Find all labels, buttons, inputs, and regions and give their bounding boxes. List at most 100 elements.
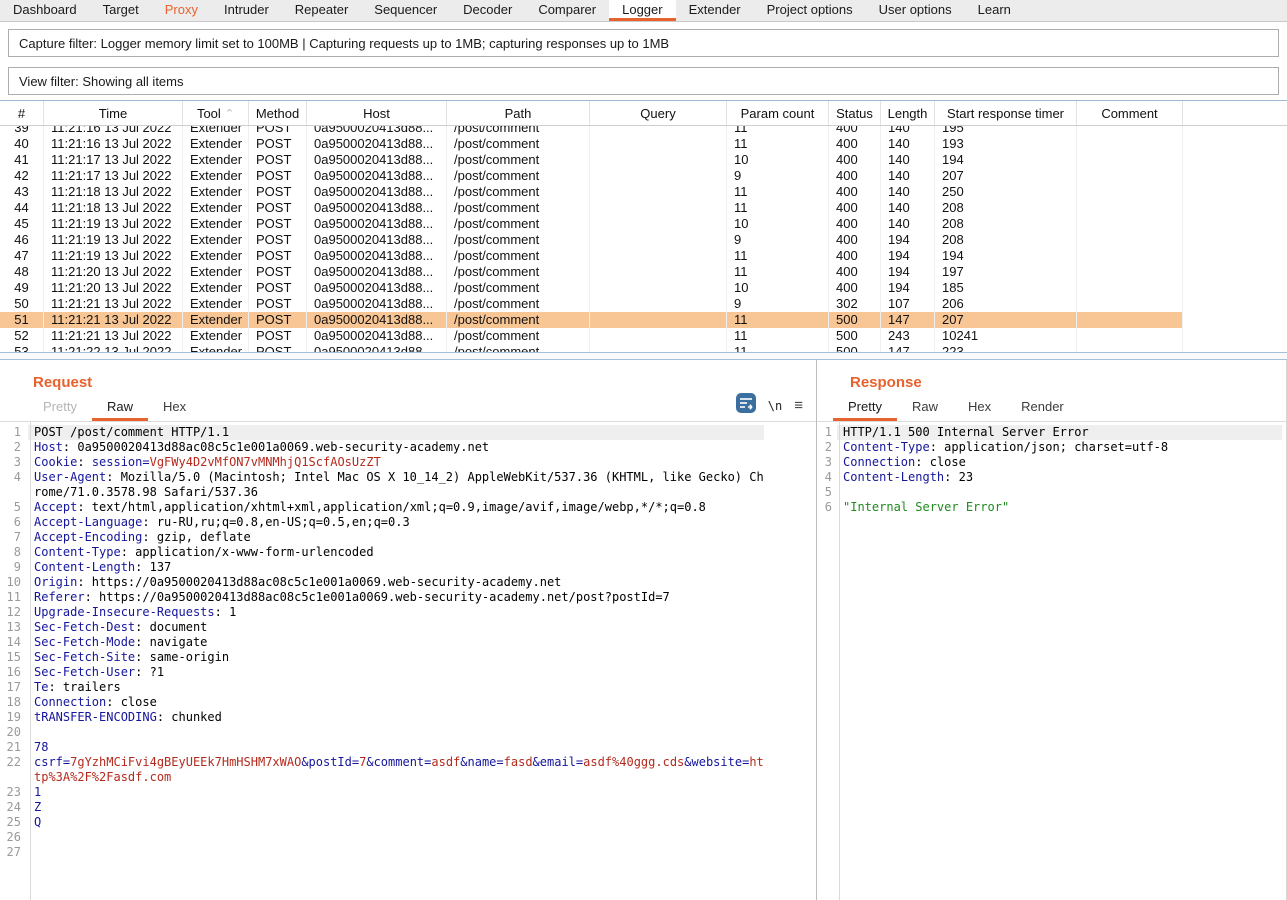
tab-sequencer[interactable]: Sequencer [361, 0, 450, 21]
table-row-47[interactable]: 4711:21:19 13 Jul 2022ExtenderPOST0a9500… [0, 248, 1183, 264]
column-header-host[interactable]: Host [307, 101, 447, 125]
cell-comment [1077, 344, 1183, 352]
table-row-39[interactable]: 3911:21:16 13 Jul 2022ExtenderPOST0a9500… [0, 126, 1183, 136]
column-header-start-response-timer[interactable]: Start response timer [935, 101, 1077, 125]
line-number: 11 [0, 590, 28, 605]
tab-proxy[interactable]: Proxy [152, 0, 211, 21]
cell-length: 140 [881, 216, 935, 232]
table-row-45[interactable]: 4511:21:19 13 Jul 2022ExtenderPOST0a9500… [0, 216, 1183, 232]
editor-line: 6Accept-Language: ru-RU,ru;q=0.8,en-US;q… [0, 515, 816, 530]
view-filter-bar[interactable]: View filter: Showing all items [8, 67, 1279, 95]
request-tab-hex[interactable]: Hex [148, 394, 201, 421]
cell-path: /post/comment [447, 168, 590, 184]
cell-host: 0a9500020413d88... [307, 328, 447, 344]
cell-length: 243 [881, 328, 935, 344]
cell-time: 11:21:20 13 Jul 2022 [44, 280, 183, 296]
tab-project-options[interactable]: Project options [754, 0, 866, 21]
line-content: Sec-Fetch-Dest: document [28, 620, 764, 635]
column-label: Host [363, 106, 390, 121]
table-row-49[interactable]: 4911:21:20 13 Jul 2022ExtenderPOST0a9500… [0, 280, 1183, 296]
cell-comment [1077, 152, 1183, 168]
cell-query [590, 232, 727, 248]
editor-line: 2178 [0, 740, 816, 755]
tab-comparer[interactable]: Comparer [525, 0, 609, 21]
cell-method: POST [249, 264, 307, 280]
pretty-print-icon[interactable] [736, 393, 756, 418]
request-tab-raw[interactable]: Raw [92, 394, 148, 421]
column-header-query[interactable]: Query [590, 101, 727, 125]
table-row-41[interactable]: 4111:21:17 13 Jul 2022ExtenderPOST0a9500… [0, 152, 1183, 168]
cell-query [590, 136, 727, 152]
tab-decoder[interactable]: Decoder [450, 0, 525, 21]
cell-query [590, 280, 727, 296]
editor-line: 1POST /post/comment HTTP/1.1 [0, 425, 816, 440]
cell-start-response-timer: 207 [935, 168, 1077, 184]
table-row-40[interactable]: 4011:21:16 13 Jul 2022ExtenderPOST0a9500… [0, 136, 1183, 152]
horizontal-splitter[interactable] [0, 352, 1287, 360]
column-header-length[interactable]: Length [881, 101, 935, 125]
editor-line: 11Referer: https://0a9500020413d88ac08c5… [0, 590, 816, 605]
cell-start-response-timer: 206 [935, 296, 1077, 312]
capture-filter-bar[interactable]: Capture filter: Logger memory limit set … [8, 29, 1279, 57]
response-tab-pretty[interactable]: Pretty [833, 394, 897, 421]
table-row-53[interactable]: 5311:21:22 13 Jul 2022ExtenderPOST0a9500… [0, 344, 1183, 352]
cell-time: 11:21:20 13 Jul 2022 [44, 264, 183, 280]
line-content: Cookie: session=VgFWy4D2vMfON7vMNMhjQ1Sc… [28, 455, 764, 470]
tab-intruder[interactable]: Intruder [211, 0, 282, 21]
cell-query [590, 312, 727, 328]
table-row-46[interactable]: 4611:21:19 13 Jul 2022ExtenderPOST0a9500… [0, 232, 1183, 248]
table-row-44[interactable]: 4411:21:18 13 Jul 2022ExtenderPOST0a9500… [0, 200, 1183, 216]
response-tab-hex[interactable]: Hex [953, 394, 1006, 421]
column-header-time[interactable]: Time [44, 101, 183, 125]
column-header-index[interactable]: # [0, 101, 44, 125]
cell-start-response-timer: 208 [935, 200, 1077, 216]
tab-dashboard[interactable]: Dashboard [0, 0, 90, 21]
cell-host: 0a9500020413d88... [307, 280, 447, 296]
request-editor[interactable]: 1POST /post/comment HTTP/1.12Host: 0a950… [0, 422, 816, 900]
table-row-48[interactable]: 4811:21:20 13 Jul 2022ExtenderPOST0a9500… [0, 264, 1183, 280]
tab-repeater[interactable]: Repeater [282, 0, 361, 21]
column-label: # [18, 106, 25, 121]
column-header-filler [1183, 101, 1287, 125]
newline-toggle-icon[interactable]: \n [768, 399, 782, 413]
column-header-method[interactable]: Method [249, 101, 307, 125]
column-header-param-count[interactable]: Param count [727, 101, 829, 125]
cell-path: /post/comment [447, 312, 590, 328]
table-row-50[interactable]: 5011:21:21 13 Jul 2022ExtenderPOST0a9500… [0, 296, 1183, 312]
column-header-tool[interactable]: Tool⌃ [183, 101, 249, 125]
table-row-42[interactable]: 4211:21:17 13 Jul 2022ExtenderPOST0a9500… [0, 168, 1183, 184]
sort-asc-icon: ⌃ [225, 107, 234, 120]
cell-tool: Extender [183, 200, 249, 216]
cell-comment [1077, 328, 1183, 344]
column-header-path[interactable]: Path [447, 101, 590, 125]
cell-query [590, 200, 727, 216]
table-row-51[interactable]: 5111:21:21 13 Jul 2022ExtenderPOST0a9500… [0, 312, 1183, 328]
response-editor[interactable]: 1HTTP/1.1 500 Internal Server Error2Cont… [817, 422, 1286, 900]
request-tab-pretty[interactable]: Pretty [28, 394, 92, 421]
line-number: 20 [0, 725, 28, 740]
table-row-43[interactable]: 4311:21:18 13 Jul 2022ExtenderPOST0a9500… [0, 184, 1183, 200]
cell-status: 400 [829, 280, 881, 296]
tab-target[interactable]: Target [90, 0, 152, 21]
column-header-comment[interactable]: Comment [1077, 101, 1183, 125]
tab-user-options[interactable]: User options [866, 0, 965, 21]
cell-start-response-timer: 194 [935, 248, 1077, 264]
cell-status: 400 [829, 232, 881, 248]
response-tab-render[interactable]: Render [1006, 394, 1079, 421]
table-row-52[interactable]: 5211:21:21 13 Jul 2022ExtenderPOST0a9500… [0, 328, 1183, 344]
response-tab-raw[interactable]: Raw [897, 394, 953, 421]
cell-host: 0a9500020413d88... [307, 264, 447, 280]
cell-comment [1077, 232, 1183, 248]
column-header-status[interactable]: Status [829, 101, 881, 125]
editor-line: 2Content-Type: application/json; charset… [817, 440, 1286, 455]
tab-learn[interactable]: Learn [965, 0, 1024, 21]
cell-time: 11:21:17 13 Jul 2022 [44, 152, 183, 168]
tab-extender[interactable]: Extender [676, 0, 754, 21]
cell-path: /post/comment [447, 296, 590, 312]
tab-logger[interactable]: Logger [609, 0, 675, 21]
editor-menu-icon[interactable]: ≡ [794, 398, 803, 413]
line-content: tRANSFER-ENCODING: chunked [28, 710, 764, 725]
line-content [28, 725, 764, 740]
burp-window: DashboardTargetProxyIntruderRepeaterSequ… [0, 0, 1287, 900]
line-content: Connection: close [837, 455, 1282, 470]
